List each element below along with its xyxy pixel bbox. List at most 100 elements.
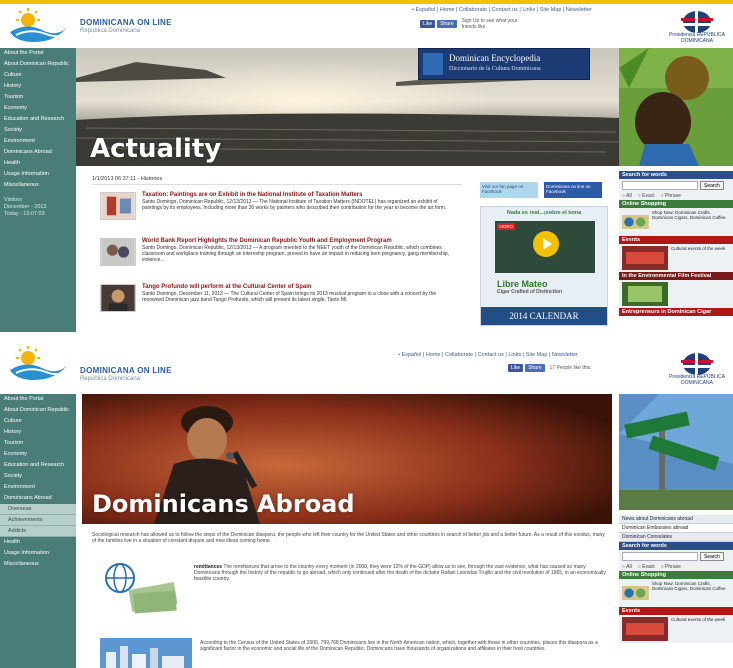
facebook-page-ad[interactable]: Dominicana on line on Facebook [544, 182, 602, 198]
radio-exact[interactable]: ○ Exact [638, 564, 655, 570]
sidebar-item-dominicans-abroad[interactable]: Dominicans Abroad [0, 147, 76, 158]
cigar-header[interactable]: Entrepreneurs in Dominican Cigar [619, 308, 733, 316]
sun-wave-logo-icon[interactable] [6, 346, 70, 384]
sidebar-item-miscellaneous[interactable]: Miscellaneous [0, 180, 76, 191]
facebook-like-button[interactable]: Like [508, 364, 524, 372]
sidebar-item-health[interactable]: Health [0, 537, 76, 548]
sidebar-subitem-achievements[interactable]: Achievements [0, 515, 76, 526]
site-header: DOMINICANA ON LINE República Dominicana … [0, 336, 733, 386]
sidebar-item-tourism[interactable]: Tourism [0, 92, 76, 103]
site-header: DOMINICANA ON LINE República Dominicana … [0, 4, 733, 48]
calendar-banner[interactable]: 2014 CALENDAR [481, 307, 607, 325]
events-header[interactable]: Events [619, 607, 733, 615]
sidebar-item-society[interactable]: Society [0, 471, 76, 482]
sidebar-item-dominicans-abroad[interactable]: Dominicans Abroad [0, 493, 76, 504]
shopping-promo[interactable]: Shop Now: Dominican Crafts, Dominican Ci… [619, 579, 733, 607]
encyclopedia-subtitle: Diccionario de la Cultura Dominicana [449, 66, 541, 72]
top-links[interactable]: • Español | Home | Collaborate | Contact… [412, 7, 592, 13]
sidebar-item-tourism[interactable]: Tourism [0, 438, 76, 449]
presidency-emblem[interactable]: Presidencia REPÚBLICA DOMINICANA [667, 350, 727, 386]
article-title[interactable]: World Bank Report Highlights the Dominic… [142, 238, 456, 245]
right-column: Search for words Search ○ All ○ Exact ○ Ph… [619, 48, 733, 316]
film-festival-promo[interactable] [619, 280, 733, 308]
article-item[interactable]: Taxation: Paintings are on Exhibit in th… [100, 192, 456, 220]
left-nav: About the Portal About Dominican Republic… [0, 394, 76, 668]
film-festival-header[interactable]: In the Environmental Film Festival [619, 272, 733, 280]
facebook-like-button[interactable]: Like [420, 20, 436, 28]
video-ad[interactable]: Nada es real...¡sobre el tema VIDEO Libr… [480, 206, 608, 326]
article-title[interactable]: Tango Profundo will perform at the Cultu… [142, 284, 456, 291]
search-header: Search for words [619, 542, 733, 550]
article-title[interactable]: Taxation: Paintings are on Exhibit in th… [142, 192, 456, 199]
facebook-share-button[interactable]: Share [525, 364, 545, 372]
search-button[interactable]: Search [700, 181, 724, 190]
sidebar-item-about-dominican-republic[interactable]: About Dominican Republic [0, 59, 76, 70]
crafts-thumbnail [622, 586, 649, 600]
search-input[interactable] [622, 181, 698, 190]
visitor-counter: Visitors December - 2013 Today : 13:07:0… [4, 197, 47, 217]
video-player[interactable]: VIDEO [495, 221, 595, 273]
sidebar-item-history[interactable]: History [0, 427, 76, 438]
sidebar-subitem-overseas[interactable]: Overseas [0, 504, 76, 515]
sidebar-item-history[interactable]: History [0, 81, 76, 92]
shopping-promo[interactable]: Shop Now: Dominican Crafts, Dominican Ci… [619, 208, 733, 236]
radio-phrase[interactable]: ○ Phrase [661, 193, 681, 199]
radio-exact[interactable]: ○ Exact [638, 193, 655, 199]
search-header: Search for words [619, 171, 733, 179]
sidebar-item-about-the-portal[interactable]: About the Portal [0, 48, 76, 59]
search-button[interactable]: Search [700, 552, 724, 561]
sun-wave-logo-icon[interactable] [6, 8, 70, 46]
remittances-paragraph: remittances The remittances that arrive … [194, 564, 606, 582]
shopping-header[interactable]: Online Shopping [619, 200, 733, 208]
sidebar-item-health[interactable]: Health [0, 158, 76, 169]
sidebar-item-environment[interactable]: Environment [0, 482, 76, 493]
brand[interactable]: DOMINICANA ON LINE República Dominicana [80, 366, 172, 382]
article-summary: Santo Domingo, Dominican Republic, 12/13… [142, 245, 450, 263]
radio-phrase[interactable]: ○ Phrase [661, 564, 681, 570]
boy-coconut-photo [619, 48, 733, 166]
sidebar-item-culture[interactable]: Culture [0, 416, 76, 427]
abroad-link[interactable]: Dominican Embassies abroad [619, 524, 733, 533]
facebook-fan-ad[interactable]: Visit our fan page on Facebook [480, 182, 538, 198]
left-nav: About the Portal About Dominican Republic… [0, 48, 76, 332]
sidebar-item-education-and-research[interactable]: Education and Research [0, 460, 76, 471]
events-header[interactable]: Events [619, 236, 733, 244]
presidency-emblem[interactable]: Presidencia REPÚBLICA DOMINICANA [667, 8, 727, 44]
radio-all[interactable]: ○ All [622, 564, 632, 570]
sidebar-subitem-addicts[interactable]: Addicts [0, 526, 76, 537]
social-share: Like Share Sign Up to see what your frie… [420, 18, 532, 30]
abroad-link[interactable]: Dominican Consulates [619, 533, 733, 542]
globe-money-icon [105, 563, 178, 614]
search-input[interactable] [622, 552, 698, 561]
play-icon[interactable] [533, 231, 559, 257]
sidebar-item-culture[interactable]: Culture [0, 70, 76, 81]
encyclopedia-banner[interactable]: Dominican Encyclopedia Diccionario de la… [418, 48, 590, 80]
sidebar-item-economy[interactable]: Economy [0, 449, 76, 460]
crafts-thumbnail [622, 215, 649, 229]
brand-subtitle: República Dominicana [80, 376, 141, 382]
sidebar-item-economy[interactable]: Economy [0, 103, 76, 114]
sidebar-item-about-the-portal[interactable]: About the Portal [0, 394, 76, 405]
sidebar-item-miscellaneous[interactable]: Miscellaneous [0, 559, 76, 570]
top-links[interactable]: • Español | Home | Collaborate | Contact… [398, 352, 578, 358]
abroad-link[interactable]: News about Dominicans abroad [619, 515, 733, 524]
sidebar-item-usage-information[interactable]: Usage Information [0, 548, 76, 559]
hero-banner: Dominicans Abroad [82, 394, 612, 524]
sidebar-item-society[interactable]: Society [0, 125, 76, 136]
brand[interactable]: DOMINICANA ON LINE República Dominicana [80, 18, 172, 34]
radio-all[interactable]: ○ All [622, 193, 632, 199]
sidebar-item-about-dominican-republic[interactable]: About Dominican Republic [0, 405, 76, 416]
article-thumbnail [100, 238, 136, 266]
article-item[interactable]: Tango Profundo will perform at the Cultu… [100, 284, 456, 312]
sidebar-item-environment[interactable]: Environment [0, 136, 76, 147]
events-promo[interactable]: Cultural events of the week [619, 244, 733, 272]
events-promo[interactable]: Cultural events of the week [619, 615, 733, 643]
article-item[interactable]: World Bank Report Highlights the Dominic… [100, 238, 456, 266]
sidebar-item-usage-information[interactable]: Usage Information [0, 169, 76, 180]
article-summary: Santo Domingo, Dominican Republic, 12/13… [142, 199, 447, 211]
article-thumbnail [100, 192, 136, 220]
shopping-header[interactable]: Online Shopping [619, 571, 733, 579]
facebook-share-button[interactable]: Share [437, 20, 457, 28]
film-thumbnail [622, 282, 668, 306]
sidebar-item-education-and-research[interactable]: Education and Research [0, 114, 76, 125]
